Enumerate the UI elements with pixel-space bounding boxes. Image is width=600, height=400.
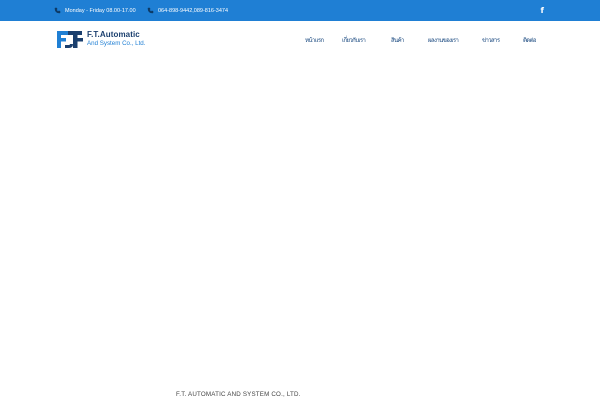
nav-item-news[interactable]: ข่าวสาร xyxy=(482,35,500,45)
main-content xyxy=(0,57,600,387)
site-header: F.T.Automatic And System Co., Ltd. หน้าแ… xyxy=(0,21,600,57)
nav-item-portfolio[interactable]: ผลงานของเรา xyxy=(428,35,459,45)
hours-text: Monday - Friday 08.00-17.00 xyxy=(65,7,136,14)
company-logo[interactable]: F.T.Automatic And System Co., Ltd. xyxy=(56,28,156,50)
phone-icon xyxy=(147,7,154,14)
logo-line1: F.T.Automatic xyxy=(87,29,140,39)
footer-company-name: F.T. AUTOMATIC AND SYSTEM CO., LTD. xyxy=(176,391,301,398)
nav-item-home[interactable]: หน้าแรก xyxy=(305,35,324,45)
facebook-icon[interactable]: f xyxy=(541,0,544,21)
phone-info: 064-898-9442,089-816-3474 xyxy=(147,0,228,21)
nav-item-products[interactable]: สินค้า xyxy=(391,35,404,45)
phone-text: 064-898-9442,089-816-3474 xyxy=(158,7,229,14)
ft-logo-mark xyxy=(57,31,83,48)
logo-line2: And System Co., Ltd. xyxy=(87,39,146,47)
top-info-bar: Monday - Friday 08.00-17.00 064-898-9442… xyxy=(0,0,600,21)
nav-item-about[interactable]: เกี่ยวกับเรา xyxy=(342,35,366,45)
hours-info: Monday - Friday 08.00-17.00 xyxy=(54,0,136,21)
nav-item-contact[interactable]: ติดต่อ xyxy=(523,35,537,45)
logo-text: F.T.Automatic And System Co., Ltd. xyxy=(87,29,146,47)
phone-handset-icon xyxy=(54,7,61,14)
